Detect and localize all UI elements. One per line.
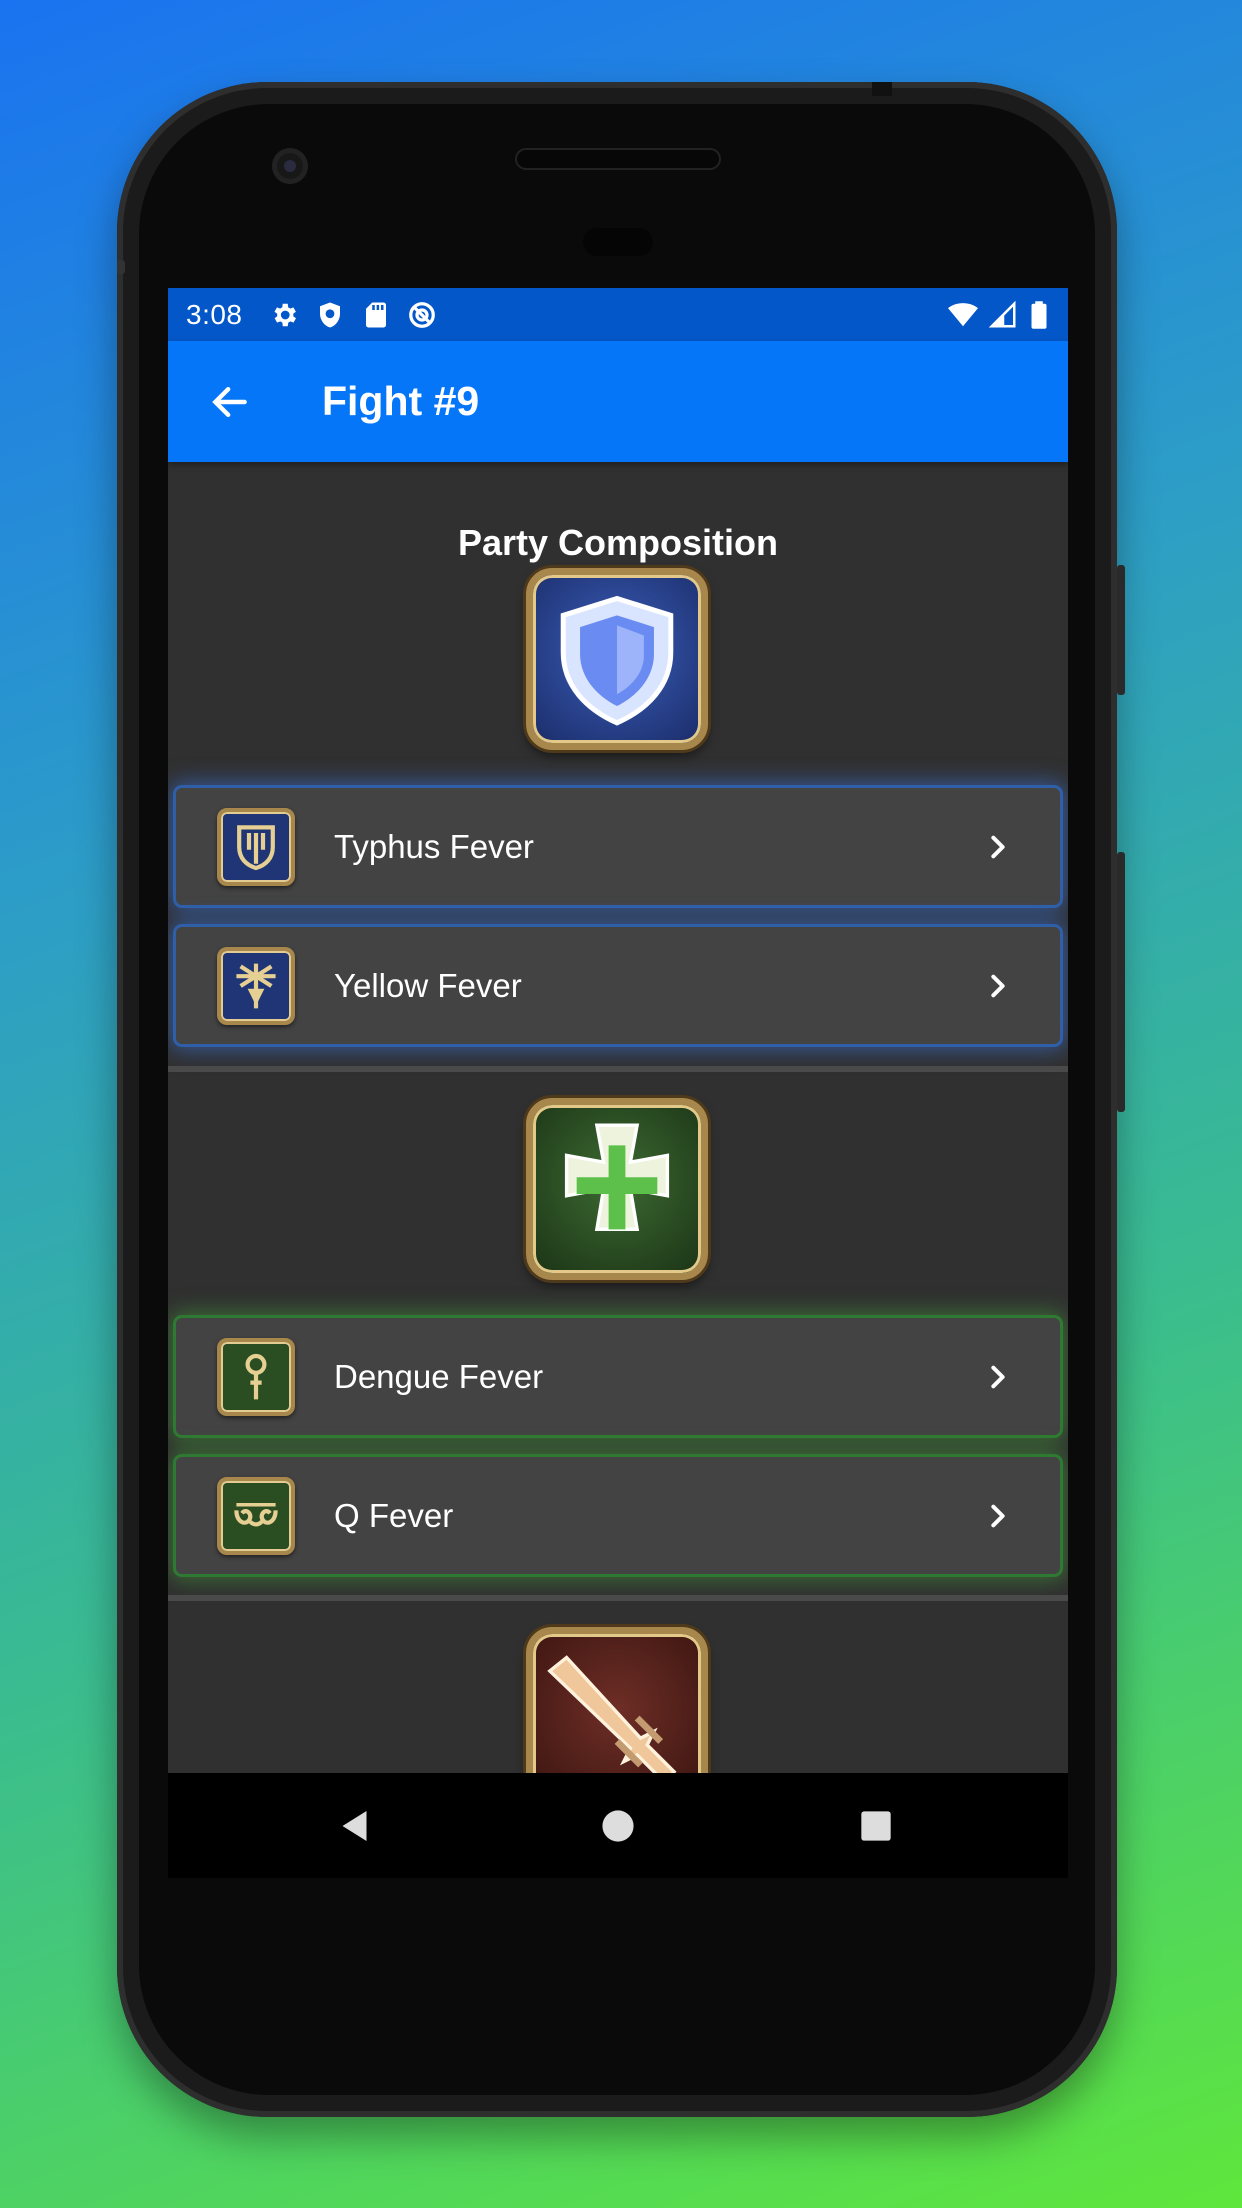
member-name: Typhus Fever xyxy=(334,827,534,865)
white-mage-icon xyxy=(217,1337,295,1416)
chevron-right-icon xyxy=(991,974,1005,997)
cell-signal-icon xyxy=(988,300,1016,327)
member-name: Dengue Fever xyxy=(334,1357,544,1395)
member-name: Q Fever xyxy=(334,1496,454,1534)
app-screen: 3:08 Fight #9 Party Composition Typhus F… xyxy=(168,288,1068,1878)
section-title: Party Composition xyxy=(457,522,779,563)
nav-home-icon[interactable] xyxy=(601,1809,635,1843)
list-item[interactable]: Dengue Fever xyxy=(176,1318,1060,1435)
shield-icon xyxy=(319,302,340,327)
status-bar: 3:08 xyxy=(168,288,1068,341)
settings-icon xyxy=(274,303,296,326)
status-time: 3:08 xyxy=(186,298,243,330)
front-camera xyxy=(272,148,308,184)
system-nav-bar xyxy=(168,1773,1068,1878)
page-title: Fight #9 xyxy=(322,378,480,424)
member-name: Yellow Fever xyxy=(334,966,522,1004)
arrow-back-icon[interactable] xyxy=(208,380,252,424)
frame-antenna-line xyxy=(117,260,125,274)
earpiece-speaker xyxy=(517,150,719,168)
chevron-right-icon xyxy=(991,1504,1005,1527)
list-item[interactable]: Yellow Fever xyxy=(176,927,1060,1044)
power-button xyxy=(1117,565,1125,695)
section-divider xyxy=(168,1066,1068,1072)
list-item[interactable]: Q Fever xyxy=(176,1457,1060,1574)
wifi-icon xyxy=(948,302,978,326)
scholar-icon xyxy=(217,1476,295,1555)
sd-card-icon xyxy=(365,302,386,327)
proximity-sensor xyxy=(583,228,653,256)
nav-recents-icon[interactable] xyxy=(860,1810,892,1842)
volume-button xyxy=(1117,852,1125,1112)
cross-role-icon xyxy=(526,1098,708,1280)
sync-icon xyxy=(408,301,435,328)
paladin-icon xyxy=(217,807,295,886)
list-item[interactable]: Typhus Fever xyxy=(176,788,1060,905)
chevron-right-icon xyxy=(991,1365,1005,1388)
app-bar: Fight #9 xyxy=(168,341,1068,462)
shield-role-icon xyxy=(526,568,708,750)
chevron-right-icon xyxy=(991,835,1005,858)
phone-top-notch xyxy=(872,82,892,96)
battery-icon xyxy=(1031,300,1047,329)
section-divider xyxy=(168,1595,1068,1601)
dark-knight-icon xyxy=(217,946,295,1025)
nav-back-icon[interactable] xyxy=(338,1807,374,1845)
